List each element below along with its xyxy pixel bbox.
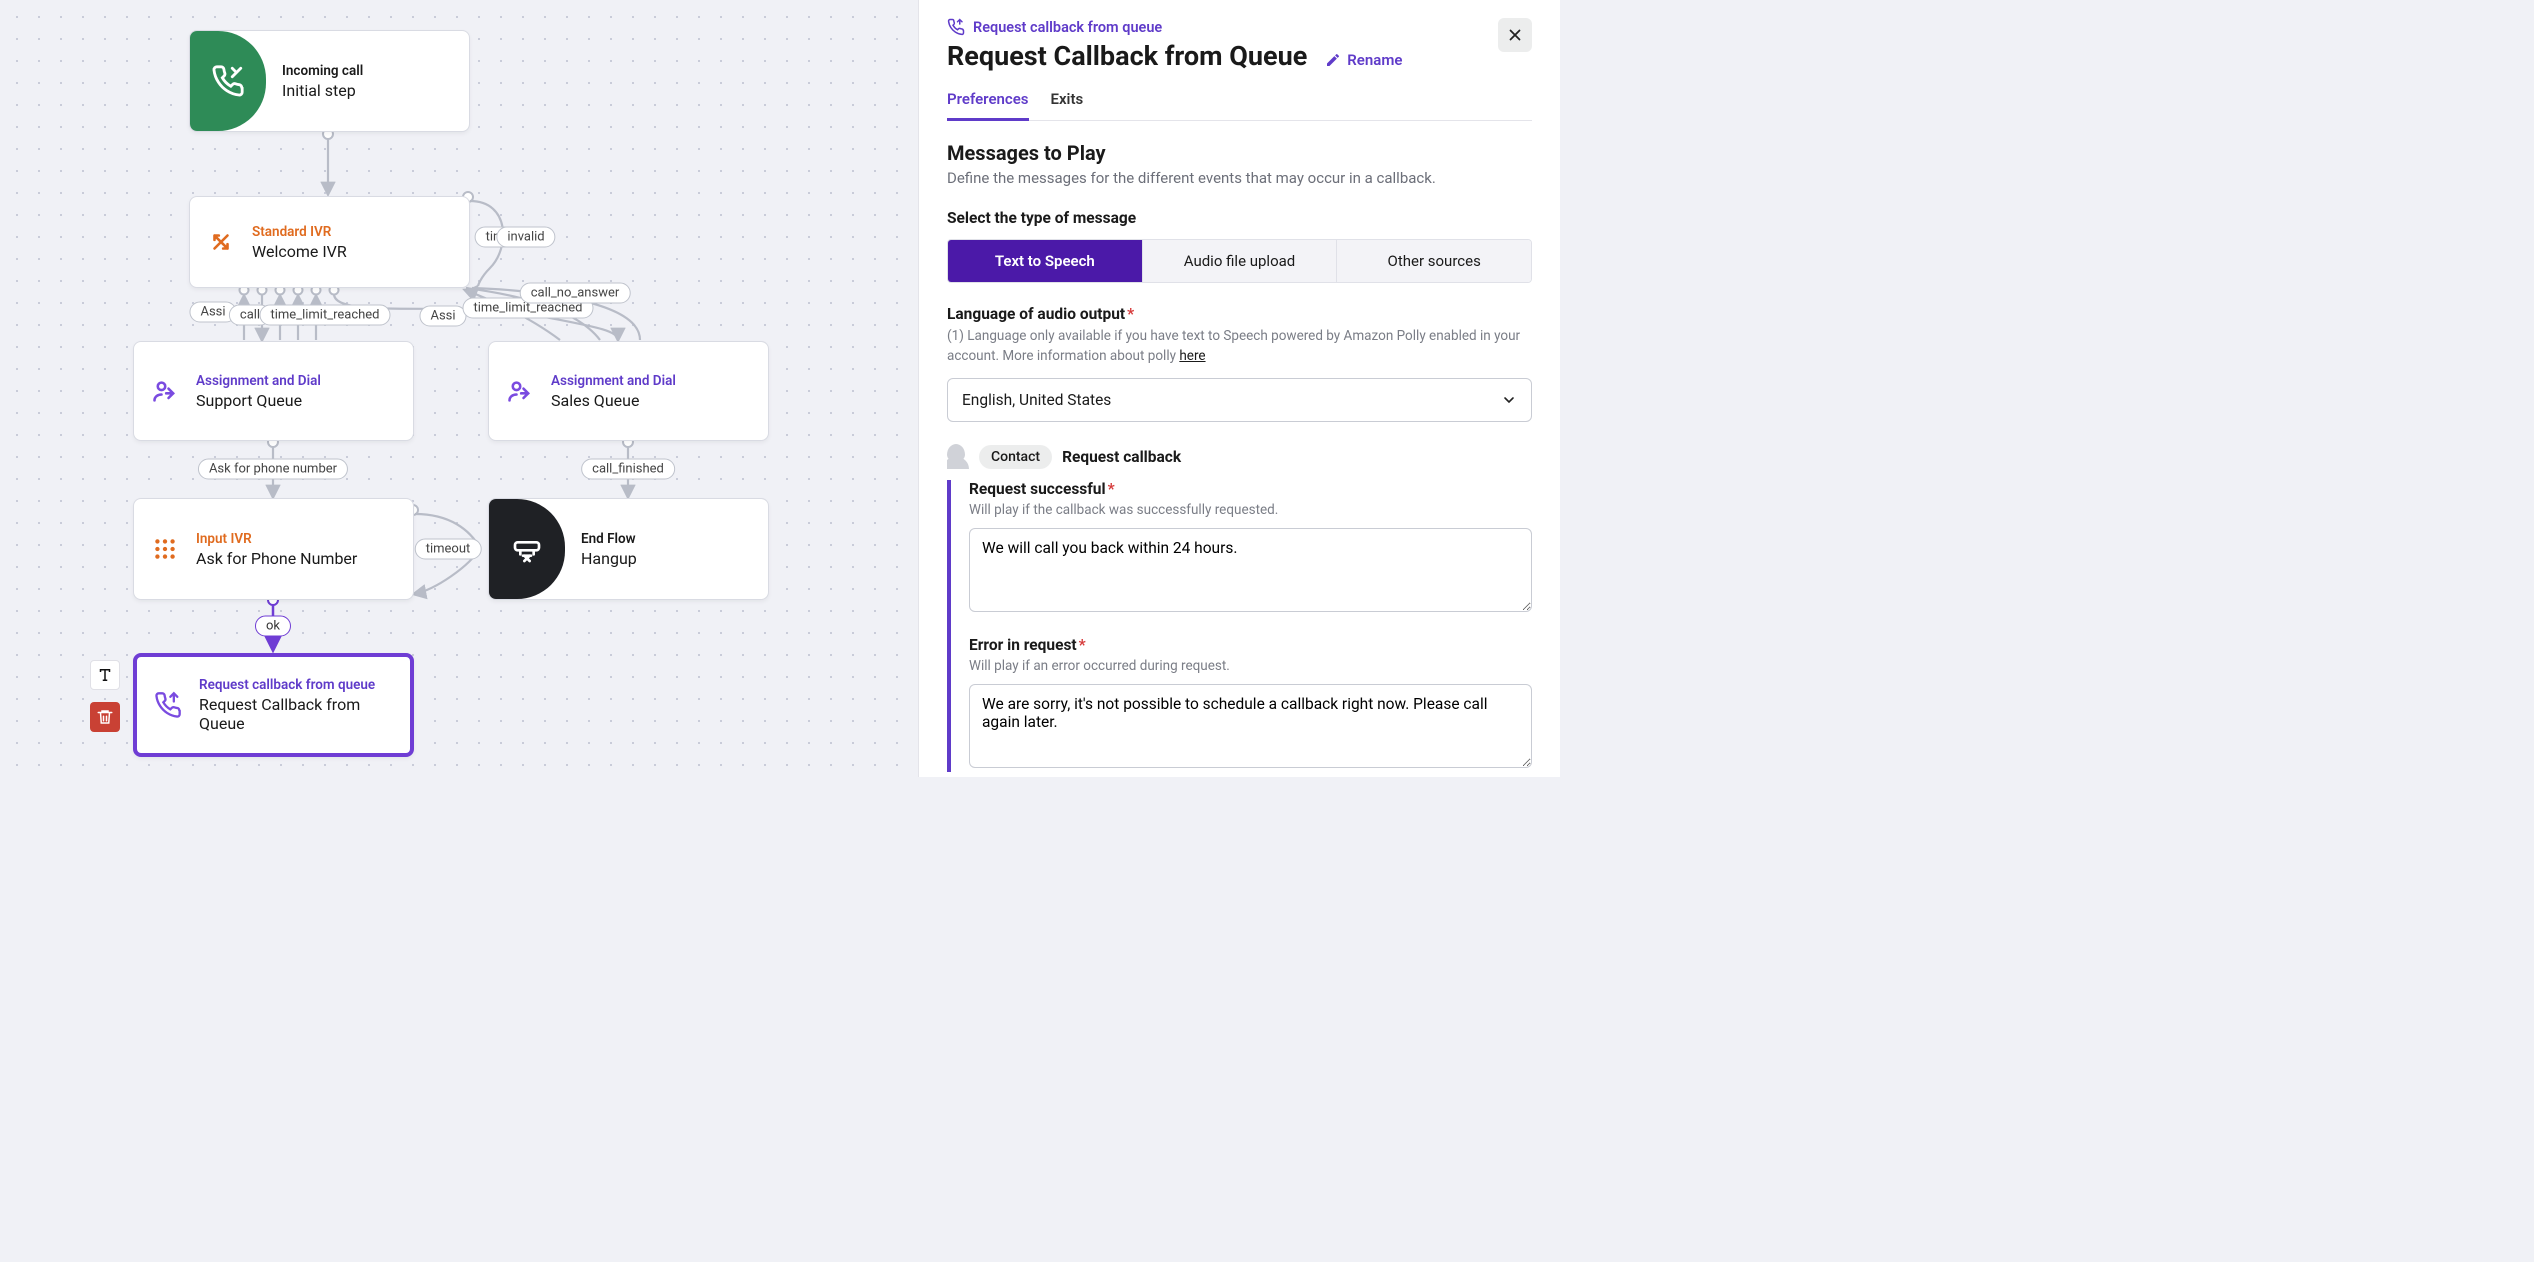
delete-node-button[interactable] <box>90 702 120 732</box>
edge-label-askphone: Ask for phone number <box>198 459 348 480</box>
node-title: Support Queue <box>196 391 397 410</box>
seg-text-to-speech[interactable]: Text to Speech <box>948 240 1142 282</box>
edge-label-tlr1: time_limit_reached <box>259 305 390 326</box>
node-hangup[interactable]: End Flow Hangup <box>488 498 769 600</box>
node-request-callback[interactable]: Request callback from queue Request Call… <box>133 653 414 757</box>
error-sub: Will play if an error occurred during re… <box>969 658 1532 674</box>
success-title: Request successful* <box>969 480 1532 498</box>
language-select[interactable]: English, United States <box>947 378 1532 422</box>
close-icon <box>1506 26 1524 44</box>
assignment-dial-icon <box>489 377 535 405</box>
panel-breadcrumb: Request callback from queue <box>947 18 1402 36</box>
messages-subheading: Define the messages for the different ev… <box>947 169 1532 187</box>
request-callback-label: Request callback <box>1062 448 1181 466</box>
error-message-input[interactable] <box>969 684 1532 768</box>
node-title: Initial step <box>282 81 453 100</box>
node-kicker: End Flow <box>581 531 752 547</box>
properties-panel: Request callback from queue Request Call… <box>918 0 1560 777</box>
rename-node-button[interactable] <box>90 660 120 690</box>
callback-icon <box>137 691 183 719</box>
node-welcome-ivr[interactable]: Standard IVR Welcome IVR <box>189 196 470 288</box>
breadcrumb-text: Request callback from queue <box>973 19 1162 36</box>
seg-audio-upload[interactable]: Audio file upload <box>1142 240 1337 282</box>
edge-label-timeout: timeout <box>415 539 482 560</box>
tab-preferences[interactable]: Preferences <box>947 90 1029 121</box>
node-kicker: Request callback from queue <box>199 677 394 693</box>
messages-heading: Messages to Play <box>947 141 1532 165</box>
edge-label-cna: call_no_answer <box>520 283 631 304</box>
flow-canvas[interactable]: tim invalid Assi call time_limit_reached… <box>0 0 918 777</box>
panel-title: Request Callback from Queue <box>947 40 1307 72</box>
chevron-down-icon <box>1501 392 1517 408</box>
node-title: Hangup <box>581 549 752 568</box>
pencil-icon <box>1325 52 1341 68</box>
node-kicker: Standard IVR <box>252 224 453 240</box>
node-kicker: Input IVR <box>196 531 397 547</box>
edge-label-callfin: call_finished <box>581 459 675 480</box>
polly-link[interactable]: here <box>1179 348 1205 364</box>
node-title: Ask for Phone Number <box>196 549 397 568</box>
node-support-queue[interactable]: Assignment and Dial Support Queue <box>133 341 414 441</box>
select-type-label: Select the type of message <box>947 209 1532 227</box>
contact-pill: Contact <box>979 445 1052 469</box>
node-kicker: Assignment and Dial <box>196 373 397 389</box>
language-label: Language of audio output* <box>947 305 1532 323</box>
edge-label-ok: ok <box>255 616 291 637</box>
language-value: English, United States <box>962 391 1111 409</box>
rename-label: Rename <box>1347 51 1402 69</box>
keypad-icon <box>134 536 180 562</box>
ivr-split-icon <box>190 229 236 255</box>
panel-tabs: Preferences Exits <box>947 90 1532 121</box>
node-kicker: Assignment and Dial <box>551 373 752 389</box>
error-title: Error in request* <box>969 636 1532 654</box>
end-flow-icon <box>489 499 565 599</box>
tab-exits[interactable]: Exits <box>1051 90 1084 120</box>
node-kicker: Incoming call <box>282 63 453 79</box>
node-title: Sales Queue <box>551 391 752 410</box>
message-type-segmented: Text to Speech Audio file upload Other s… <box>947 239 1532 283</box>
close-panel-button[interactable] <box>1498 18 1532 52</box>
rename-button[interactable]: Rename <box>1325 51 1402 69</box>
incoming-call-icon <box>190 31 266 131</box>
callback-icon <box>947 18 965 36</box>
node-sales-queue[interactable]: Assignment and Dial Sales Queue <box>488 341 769 441</box>
assignment-dial-icon <box>134 377 180 405</box>
node-initial-step[interactable]: Incoming call Initial step <box>189 30 470 132</box>
node-title: Request Callback from Queue <box>199 695 394 733</box>
success-sub: Will play if the callback was successful… <box>969 502 1532 518</box>
language-helper: (1) Language only available if you have … <box>947 327 1532 366</box>
node-title: Welcome IVR <box>252 242 453 261</box>
edge-label-invalid: invalid <box>496 227 555 248</box>
success-message-input[interactable] <box>969 528 1532 612</box>
avatar-icon <box>947 444 969 470</box>
edge-label-assi2: Assi <box>419 306 466 327</box>
seg-other-sources[interactable]: Other sources <box>1336 240 1531 282</box>
node-ask-phone-number[interactable]: Input IVR Ask for Phone Number <box>133 498 414 600</box>
